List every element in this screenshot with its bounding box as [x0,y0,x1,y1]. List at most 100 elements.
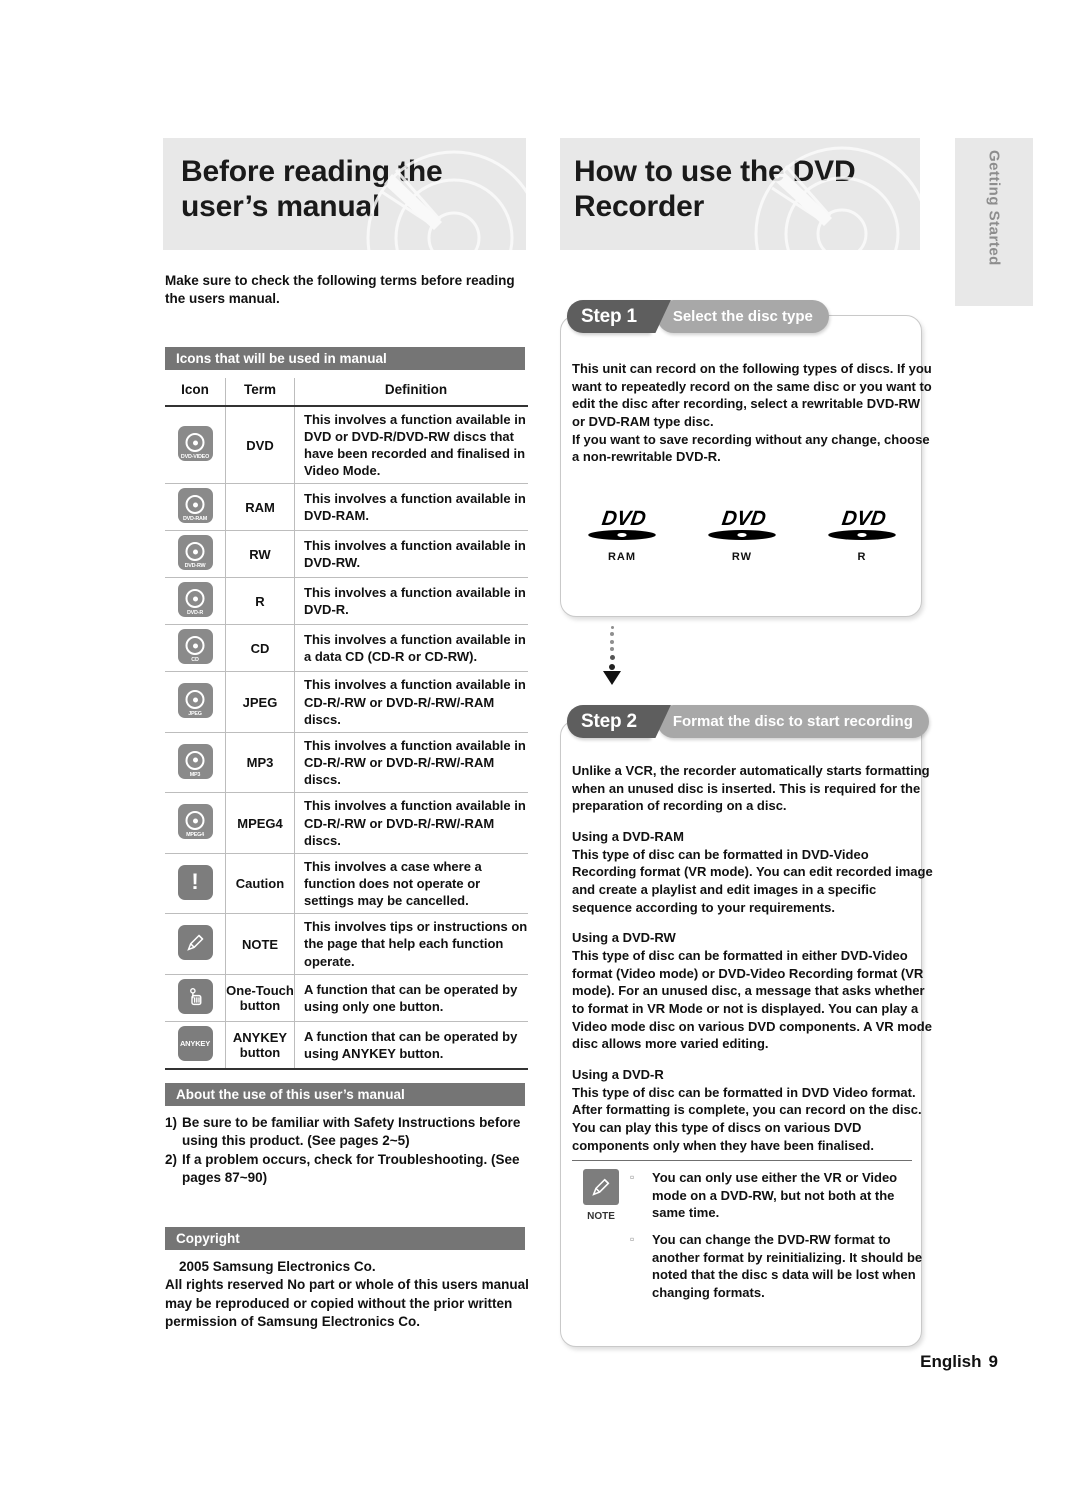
row-definition-cell: This involves a case where a function do… [294,853,528,915]
dvd-rw-disc-icon: DVD-RW [177,535,213,571]
svg-text:DVD: DVD [720,507,767,530]
row-icon-cell: MP3 [165,732,226,794]
side-tab-label: Getting Started [985,150,1003,266]
mpeg4-disc-icon: MPEG4 [177,804,213,840]
step2-section-heading: Using a DVD-RW [572,930,676,946]
row-term-cell: NOTE [225,913,295,975]
row-icon-cell: DVD-R [165,577,226,626]
step2-header: Step 2 Format the disc to start recordin… [567,705,929,738]
list-item: 1) Be sure to be familiar with Safety Ins… [165,1114,530,1151]
row-icon-cell: CD [165,624,226,673]
step2-section-text: This type of disc can be formatted in DV… [572,1084,922,1153]
dvd-logo-rw-icon: DVD RW [692,505,792,563]
row-term-cell: JPEG [225,671,295,733]
note-divider [572,1160,912,1161]
step2-section-text: This type of disc can be formatted in ei… [572,948,932,1052]
section-bar-icons-label: Icons that will be used in manual [176,351,387,366]
svg-text:DVD: DVD [600,507,647,530]
step2-section-heading: Using a DVD-RAM [572,829,684,845]
page-footer: English 9 [0,1352,1080,1372]
note-item-list: ▫ You can only use either the VR or Video… [630,1169,924,1311]
step-connector-arrow-icon [600,622,624,700]
dvd-wordmark-icon: DVD [828,507,896,540]
dvd-wordmark-icon: DVD [588,507,656,540]
section-bar-about-label: About the use of this user’s manual [176,1087,405,1102]
step1-title: Select the disc type [656,300,829,333]
dvd-logos-row: DVD RAM DVD RW DVD R [572,505,912,563]
disc-decoration-left-icon [366,150,526,250]
note-badge-label: NOTE [587,1211,615,1222]
row-icon-cell: DVD-RAM [165,483,226,532]
disc-decoration-right-icon [754,146,920,250]
svg-text:DVD: DVD [840,507,887,530]
step1-paragraph-2: If you want to save recording without an… [572,431,930,465]
row-definition-cell: A function that can be operated by using… [294,1021,528,1070]
intro-paragraph: Make sure to check the following terms b… [165,273,515,307]
copyright-line-1: 2005 Samsung Electronics Co. [179,1259,376,1274]
mp3-disc-icon: MP3 [177,743,213,779]
banner-how-to-use: How to use the DVD Recorder [560,138,920,250]
table-row: MPEG4 MPEG4 This involves a function avail… [165,792,528,854]
col-header-term: Term [225,378,295,407]
note-item-text: You can change the DVD-RW format to anot… [652,1232,923,1301]
list-item-number: 1) [165,1115,178,1130]
table-row: CD CD This involves a function available i… [165,624,528,673]
row-term-cell: MP3 [225,732,295,794]
table-row: DVD-RW RW This involves a function availab… [165,530,528,579]
step2-note-block: NOTE ▫ You can only use either the VR or … [572,1160,924,1311]
step1-body: This unit can record on the following ty… [572,360,932,466]
icons-table: Icon Term Definition DVD-VIDEO DVD This in… [165,378,528,1070]
step2-body: Unlike a VCR, the recorder automatically… [572,762,934,1154]
dvd-logo-sublabel: RAM [607,551,637,563]
copyright-line-2: All rights reserved No part or whole of … [165,1277,529,1330]
step2-section-text: This type of disc can be formatted in DV… [572,846,933,915]
cd-disc-icon: CD [177,629,213,665]
step1-label: Step 1 [567,300,650,333]
table-row: DVD-R R This involves a function available… [165,577,528,626]
step2-label: Step 2 [567,705,650,738]
row-icon-cell: MPEG4 [165,792,226,854]
dvd-logo-sublabel: R [857,551,867,563]
dvd-logo-sublabel: RW [731,551,753,563]
row-definition-cell: A function that can be operated by using… [294,974,528,1022]
row-term-cell: CD [225,624,295,673]
manual-page: Before reading the user’s manual How to … [0,0,1080,1489]
table-row: MP3 MP3 This involves a function available… [165,732,528,794]
dvd-ram-disc-icon: DVD-RAM [177,488,213,524]
section-bar-copyright: Copyright [165,1227,525,1250]
footer-page-number: 9 [988,1352,998,1371]
table-row: ! Caution This involves a case where a fun… [165,853,528,915]
row-term-cell: Caution [225,853,295,915]
row-term-cell: One-Touch button [225,974,295,1022]
row-definition-cell: This involves tips or instructions on th… [294,913,528,975]
table-row: DVD-VIDEO DVD This involves a function ava… [165,405,528,485]
note-item-text: You can only use either the VR or Video … [652,1170,898,1221]
step2-section-heading: Using a DVD-R [572,1067,664,1083]
dvd-logo-ram-icon: DVD RAM [572,505,672,563]
jpeg-disc-icon: JPEG [177,683,213,719]
row-definition-cell: This involves a function available in CD… [294,732,528,794]
row-icon-cell: ANYKEY [165,1021,226,1070]
row-icon-cell [165,974,226,1022]
step2-title: Format the disc to start recording [656,705,929,738]
note-pencil-icon [177,925,213,961]
about-usage-list: 1) Be sure to be familiar with Safety Ins… [165,1114,530,1187]
note-pencil-icon [583,1169,619,1205]
section-bar-icons: Icons that will be used in manual [165,347,525,370]
col-header-definition: Definition [294,378,528,407]
row-icon-cell [165,913,226,975]
row-term-cell: RAM [225,483,295,532]
one-touch-hand-icon [177,978,213,1014]
row-definition-cell: This involves a function available in DV… [294,530,528,579]
table-row: JPEG JPEG This involves a function availab… [165,671,528,733]
list-item: 2) If a problem occurs, check for Trouble… [165,1151,530,1188]
col-header-icon: Icon [165,378,226,407]
table-row: ANYKEY ANYKEY button A function that can b… [165,1021,528,1070]
dvd-logo-r-icon: DVD R [812,505,912,563]
step1-header: Step 1 Select the disc type [567,300,829,333]
row-definition-cell: This involves a function available in DV… [294,577,528,626]
dvd-r-disc-icon: DVD-R [177,582,213,618]
